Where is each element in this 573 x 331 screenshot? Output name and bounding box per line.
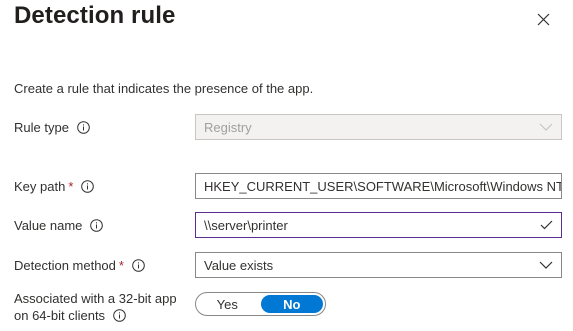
- detection-method-value: Value exists: [204, 257, 274, 273]
- toggle-option-no[interactable]: No: [260, 295, 323, 313]
- value-name-value: \\server\printer: [204, 217, 288, 233]
- panel-title: Detection rule: [14, 2, 176, 29]
- associated-32bit-toggle[interactable]: Yes No: [195, 292, 326, 316]
- required-marker: *: [118, 257, 124, 273]
- close-icon: [537, 13, 549, 25]
- info-icon[interactable]: [113, 309, 126, 322]
- associated-32bit-label: Associated with a 32-bit app on 64-bit c…: [14, 290, 177, 324]
- key-path-label: Key path *: [14, 173, 95, 199]
- info-icon[interactable]: [81, 179, 95, 193]
- key-path-row: Key path * HKEY_CURRENT_USER\SOFTWARE\Mi…: [14, 173, 562, 199]
- rule-type-label-text: Rule type: [14, 119, 69, 135]
- detection-method-label: Detection method *: [14, 252, 145, 278]
- close-button[interactable]: [533, 9, 553, 29]
- associated-32bit-label-line1: Associated with a 32-bit app: [14, 291, 177, 306]
- value-name-row: Value name \\server\printer: [14, 212, 562, 238]
- panel-description: Create a rule that indicates the presenc…: [14, 81, 314, 96]
- associated-32bit-label-line2: on 64-bit clients: [14, 308, 106, 323]
- rule-type-dropdown: Registry: [195, 114, 562, 140]
- associated-32bit-row: Associated with a 32-bit app on 64-bit c…: [14, 291, 559, 323]
- key-path-value: HKEY_CURRENT_USER\SOFTWARE\Microsoft\Win…: [204, 178, 561, 194]
- required-marker: *: [68, 178, 74, 194]
- rule-type-row: Rule type Registry: [14, 114, 562, 140]
- value-name-label-text: Value name: [14, 217, 83, 233]
- detection-method-dropdown[interactable]: Value exists: [195, 252, 562, 278]
- checkmark-icon: [531, 220, 561, 230]
- chevron-down-icon: [531, 123, 561, 131]
- key-path-label-text: Key path: [14, 178, 66, 194]
- toggle-option-yes[interactable]: Yes: [196, 293, 259, 315]
- detection-method-label-text: Detection method: [14, 257, 116, 273]
- rule-type-label: Rule type: [14, 114, 90, 140]
- key-path-input[interactable]: HKEY_CURRENT_USER\SOFTWARE\Microsoft\Win…: [195, 173, 562, 199]
- info-icon[interactable]: [90, 218, 104, 232]
- info-icon[interactable]: [132, 258, 145, 272]
- value-name-input[interactable]: \\server\printer: [195, 212, 562, 238]
- detection-method-row: Detection method * Value exists: [14, 252, 562, 278]
- chevron-down-icon: [531, 261, 561, 269]
- info-icon[interactable]: [77, 120, 90, 134]
- rule-type-value: Registry: [204, 119, 252, 135]
- value-name-label: Value name: [14, 212, 104, 238]
